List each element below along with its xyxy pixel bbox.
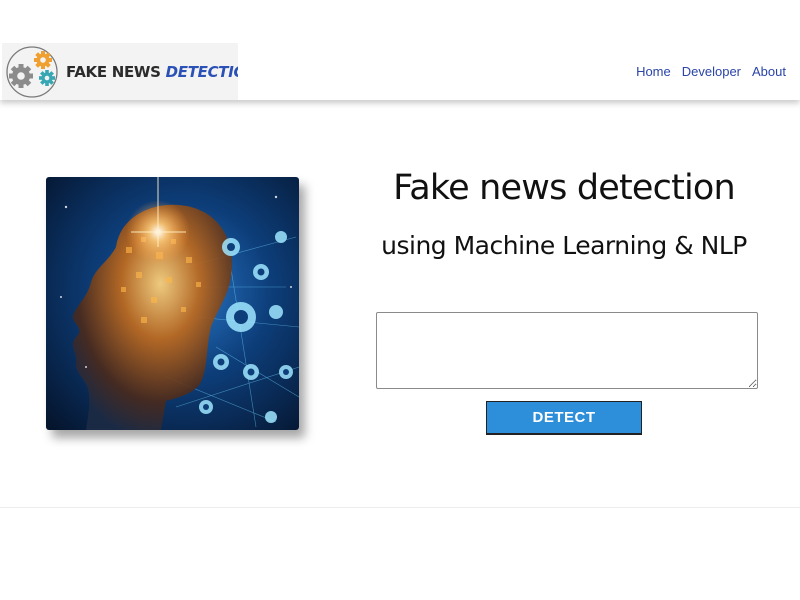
navbar: FAKE NEWS DETECTION Home Developer About <box>0 0 800 100</box>
news-text-input[interactable] <box>376 312 758 389</box>
brand-text: FAKE NEWS DETECTION <box>66 63 238 81</box>
page-title: Fake news detection <box>393 168 736 208</box>
nav-about-link[interactable]: About <box>752 64 786 79</box>
section-divider <box>0 507 800 508</box>
brand-word-detection: DETECTION <box>165 63 238 81</box>
nav-links: Home Developer About <box>636 64 786 79</box>
page-subtitle: using Machine Learning & NLP <box>381 231 747 260</box>
ai-brain-network-image <box>46 177 299 430</box>
brand-logo[interactable]: FAKE NEWS DETECTION <box>2 43 238 100</box>
brand-word-fake-news: FAKE NEWS <box>66 63 161 81</box>
gears-icon <box>6 46 58 98</box>
nav-home-link[interactable]: Home <box>636 64 671 79</box>
nav-developer-link[interactable]: Developer <box>682 64 741 79</box>
detect-button[interactable]: DETECT <box>486 401 642 435</box>
